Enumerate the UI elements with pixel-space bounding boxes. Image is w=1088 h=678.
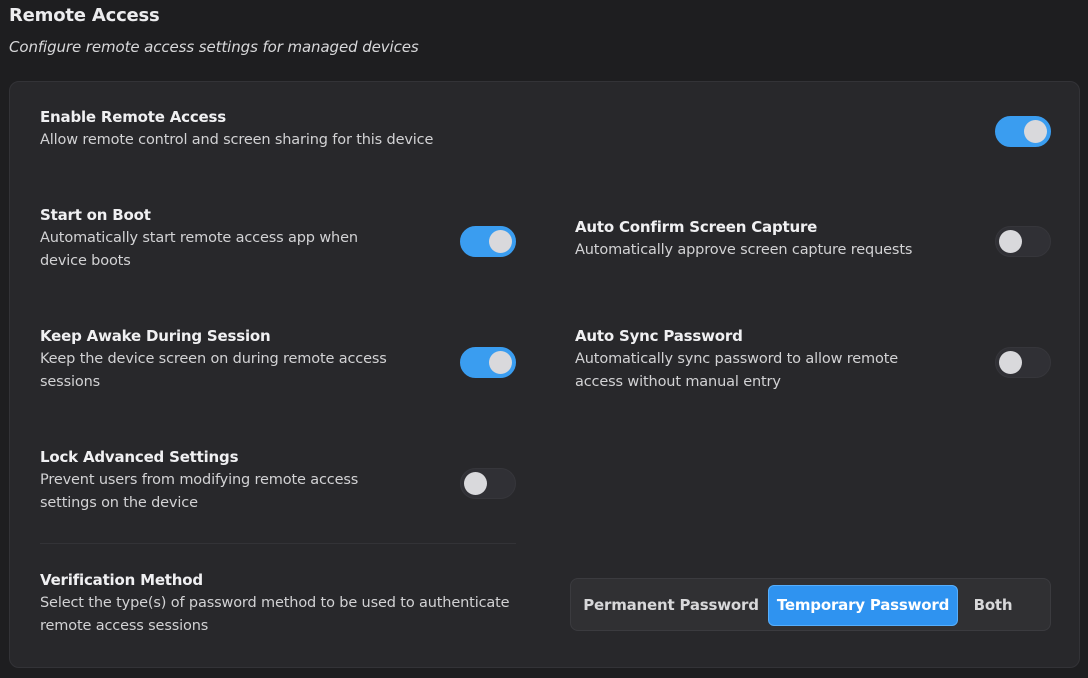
both-option[interactable]: Both [963,585,1023,626]
verification-method-title: Verification Method [40,571,203,589]
verification-method-row: Verification Method Select the type(s) o… [40,570,510,638]
lock-advanced-settings-toggle[interactable] [460,468,516,499]
toggle-knob [489,351,512,374]
lock-advanced-settings-description-line2: settings on the device [40,495,198,511]
enable-remote-access-row: Enable Remote Access Allow remote contro… [40,107,433,152]
start-on-boot-description-line1: Automatically start remote access app wh… [40,230,358,246]
section-divider [40,543,516,544]
lock-advanced-settings-description-line1: Prevent users from modifying remote acce… [40,472,359,488]
verification-method-description-line2: remote access sessions [40,618,209,634]
page-title: Remote Access [9,5,160,26]
start-on-boot-description: Automatically start remote access app wh… [40,227,358,273]
toggle-knob [999,230,1022,253]
verification-method-selector: Permanent Password Temporary Password Bo… [570,578,1051,631]
auto-confirm-screen-capture-toggle[interactable] [995,226,1051,257]
keep-awake-toggle[interactable] [460,347,516,378]
keep-awake-description: Keep the device screen on during remote … [40,348,387,394]
auto-confirm-screen-capture-title: Auto Confirm Screen Capture [575,218,818,236]
auto-sync-password-row: Auto Sync Password Automatically sync pa… [575,326,898,394]
temporary-password-option[interactable]: Temporary Password [768,585,958,626]
toggle-knob [489,230,512,253]
verification-method-description-line1: Select the type(s) of password method to… [40,595,510,611]
keep-awake-description-line2: sessions [40,374,101,390]
enable-remote-access-description: Allow remote control and screen sharing … [40,132,434,148]
start-on-boot-row: Start on Boot Automatically start remote… [40,205,358,273]
auto-confirm-screen-capture-description: Automatically approve screen capture req… [575,242,913,258]
lock-advanced-settings-row: Lock Advanced Settings Prevent users fro… [40,447,358,515]
verification-method-description: Select the type(s) of password method to… [40,592,510,638]
lock-advanced-settings-title: Lock Advanced Settings [40,448,239,466]
auto-confirm-screen-capture-row: Auto Confirm Screen Capture Automaticall… [575,217,912,262]
start-on-boot-description-line2: device boots [40,253,131,269]
start-on-boot-toggle[interactable] [460,226,516,257]
keep-awake-description-line1: Keep the device screen on during remote … [40,351,387,367]
toggle-knob [464,472,487,495]
auto-sync-password-description-line2: access without manual entry [575,374,781,390]
auto-sync-password-toggle[interactable] [995,347,1051,378]
settings-card: Enable Remote Access Allow remote contro… [9,81,1080,668]
keep-awake-title: Keep Awake During Session [40,327,271,345]
auto-sync-password-description: Automatically sync password to allow rem… [575,348,898,394]
enable-remote-access-title: Enable Remote Access [40,108,226,126]
auto-sync-password-title: Auto Sync Password [575,327,743,345]
auto-sync-password-description-line1: Automatically sync password to allow rem… [575,351,899,367]
page-subtitle: Configure remote access settings for man… [9,38,419,56]
lock-advanced-settings-description: Prevent users from modifying remote acce… [40,469,358,515]
start-on-boot-title: Start on Boot [40,206,151,224]
toggle-knob [999,351,1022,374]
permanent-password-option[interactable]: Permanent Password [579,585,763,626]
toggle-knob [1024,120,1047,143]
remote-access-page: Remote Access Configure remote access se… [0,0,1088,678]
enable-remote-access-toggle[interactable] [995,116,1051,147]
keep-awake-row: Keep Awake During Session Keep the devic… [40,326,387,394]
